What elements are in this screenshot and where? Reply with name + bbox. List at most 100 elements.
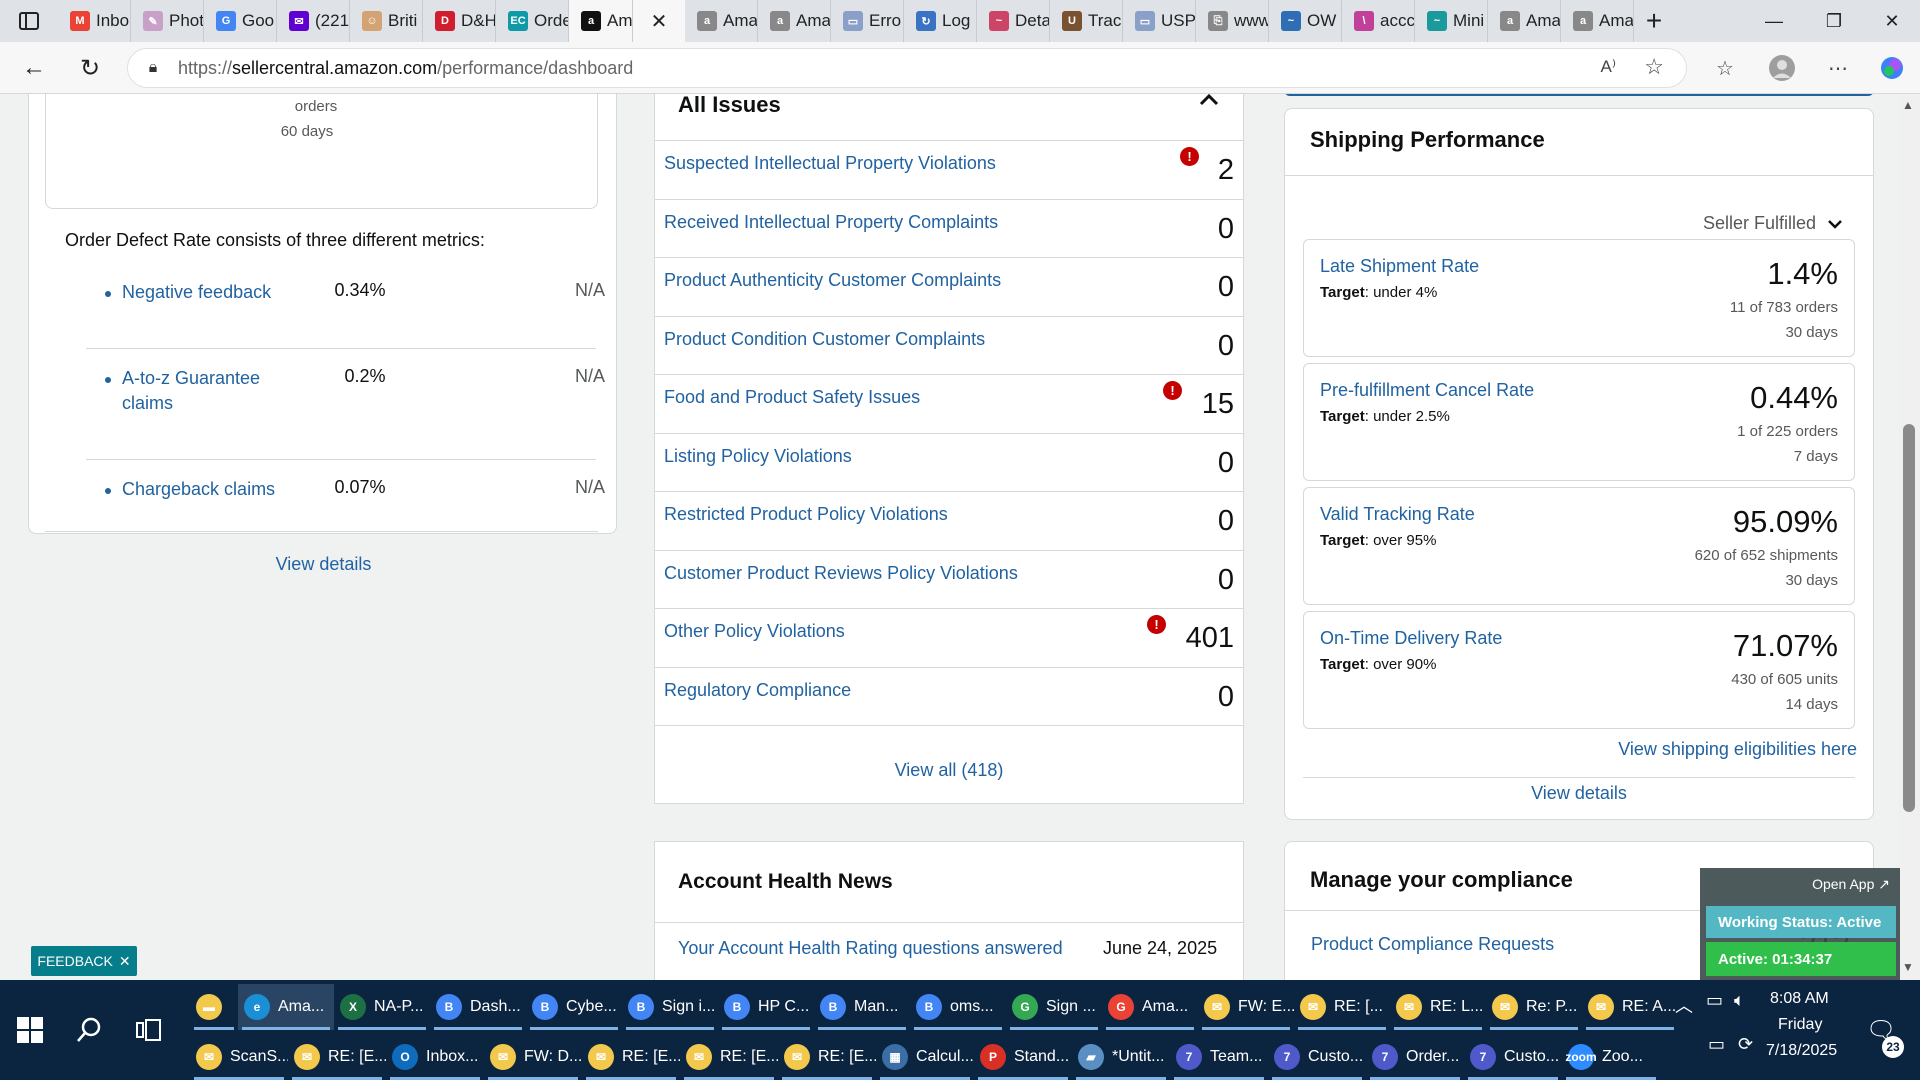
issue-row[interactable]: Other Policy Violations 401!: [655, 608, 1243, 666]
taskbar-app-button[interactable]: ✉ RE: [E...: [680, 1034, 778, 1080]
feedback-close-icon[interactable]: ✕: [119, 953, 131, 970]
browser-tab[interactable]: a Ama: [1488, 0, 1561, 42]
browser-tab[interactable]: \ accc: [1342, 0, 1415, 42]
shipping-eligibilities-link[interactable]: View shipping eligibilities here: [1618, 739, 1857, 760]
windows-start-icon[interactable]: [10, 1000, 50, 1060]
more-menu-icon[interactable]: ⋯: [1822, 52, 1854, 84]
favorite-star-icon[interactable]: ☆: [1644, 54, 1664, 80]
taskbar-app-button[interactable]: G Ama...: [1102, 984, 1198, 1030]
clock-time[interactable]: 8:08 AM: [1770, 990, 1829, 1008]
issue-row[interactable]: Listing Policy Violations 0: [655, 432, 1243, 491]
minimize-icon[interactable]: —: [1744, 0, 1804, 42]
taskbar-app-button[interactable]: 7 Team...: [1170, 1034, 1268, 1080]
taskbar-app-button[interactable]: B Sign i...: [622, 984, 718, 1030]
url-field[interactable]: 🔒︎ https://sellercentral.amazon.com/perf…: [127, 48, 1687, 88]
taskbar-app-button[interactable]: B Cybe...: [526, 984, 622, 1030]
refresh-icon[interactable]: ↻: [72, 50, 108, 86]
scroll-up-icon[interactable]: ▲: [1902, 98, 1914, 112]
browser-tab[interactable]: ▭ Erro: [831, 0, 904, 42]
page-scrollbar[interactable]: ▲ ▼: [1898, 94, 1920, 980]
browser-tab[interactable]: G Goo: [204, 0, 277, 42]
taskbar-app-button[interactable]: P Stand...: [974, 1034, 1072, 1080]
back-icon[interactable]: ←: [16, 50, 52, 86]
read-aloud-icon[interactable]: A⁾: [1600, 57, 1616, 77]
metric-name-link[interactable]: Pre-fulfillment Cancel Rate: [1320, 380, 1534, 401]
issue-row[interactable]: Restricted Product Policy Violations 0: [655, 491, 1243, 549]
browser-tab[interactable]: a Ama: [758, 0, 831, 42]
shipping-view-details-link[interactable]: View details: [1285, 783, 1873, 804]
chargeback-claims-link[interactable]: Chargeback claims: [122, 477, 282, 502]
taskbar-app-button[interactable]: ✉ FW: E...: [1198, 984, 1294, 1030]
issue-label-link[interactable]: Listing Policy Violations: [664, 446, 852, 467]
issue-label-link[interactable]: Restricted Product Policy Violations: [664, 504, 948, 525]
taskbar-app-button[interactable]: ▬: [190, 984, 238, 1030]
search-icon[interactable]: [66, 1000, 112, 1060]
browser-tab[interactable]: ~ OW: [1269, 0, 1342, 42]
display-icon[interactable]: ▭: [1708, 1034, 1725, 1055]
show-hidden-icons[interactable]: ︿: [1675, 992, 1693, 1018]
taskbar-app-button[interactable]: X NA-P...: [334, 984, 430, 1030]
metric-name-link[interactable]: On-Time Delivery Rate: [1320, 628, 1502, 649]
collapse-caret-icon[interactable]: [1197, 94, 1221, 119]
product-compliance-requests-link[interactable]: Product Compliance Requests: [1311, 934, 1554, 955]
issue-row[interactable]: Regulatory Compliance 0: [655, 666, 1243, 725]
taskbar-app-button[interactable]: 7 Order...: [1366, 1034, 1464, 1080]
volume-icon[interactable]: 🔈︎: [1734, 990, 1745, 1011]
scrollbar-thumb[interactable]: [1903, 424, 1915, 812]
a-to-z-claims-link[interactable]: A-to-z Guarantee claims: [122, 366, 282, 416]
feedback-button[interactable]: FEEDBACK ✕: [31, 946, 137, 976]
taskbar-app-button[interactable]: ✉ RE: L...: [1390, 984, 1486, 1030]
issue-row[interactable]: Suspected Intellectual Property Violatio…: [655, 140, 1243, 198]
browser-tab[interactable]: EC Orde: [496, 0, 569, 42]
taskbar-app-button[interactable]: e Ama...: [238, 984, 334, 1030]
issue-row[interactable]: Received Intellectual Property Complaint…: [655, 198, 1243, 257]
taskbar-app-button[interactable]: B Dash...: [430, 984, 526, 1030]
taskbar-app-button[interactable]: ✉ RE: [...: [1294, 984, 1390, 1030]
issue-row[interactable]: Product Authenticity Customer Complaints…: [655, 257, 1243, 315]
favorites-icon[interactable]: ☆: [1709, 52, 1741, 84]
task-view-icon[interactable]: [126, 1000, 172, 1060]
browser-tab[interactable]: D D&H: [423, 0, 496, 42]
taskbar-app-button[interactable]: Boms...: [910, 984, 1006, 1030]
taskbar-app-button[interactable]: B HP C...: [718, 984, 814, 1030]
issue-row[interactable]: Food and Product Safety Issues 15!: [655, 374, 1243, 432]
browser-tab[interactable]: a Ama: [685, 0, 758, 42]
open-app-link[interactable]: Open App ↗: [1812, 876, 1890, 893]
working-status-badge[interactable]: Working Status: Active: [1706, 906, 1896, 938]
profile-avatar-icon[interactable]: [1766, 52, 1798, 84]
taskbar-app-button[interactable]: ▰ *Untit...: [1072, 1034, 1170, 1080]
scroll-down-icon[interactable]: ▼: [1902, 960, 1914, 974]
taskbar-app-button[interactable]: G Sign ...: [1006, 984, 1102, 1030]
issue-label-link[interactable]: Suspected Intellectual Property Violatio…: [664, 153, 996, 174]
view-all-issues-link[interactable]: View all (418): [655, 760, 1243, 781]
browser-tab[interactable]: ⎘ www: [1196, 0, 1269, 42]
taskbar-app-button[interactable]: ✉ FW: D...: [484, 1034, 582, 1080]
taskbar-app-button[interactable]: ✉ RE: [E...: [778, 1034, 876, 1080]
news-article-link[interactable]: Your Account Health Rating questions ans…: [678, 938, 1063, 959]
taskbar-app-button[interactable]: 7 Custo...: [1464, 1034, 1562, 1080]
issue-row[interactable]: Product Condition Customer Complaints 0: [655, 315, 1243, 374]
browser-tab[interactable]: ~ Mini: [1415, 0, 1488, 42]
issue-label-link[interactable]: Regulatory Compliance: [664, 680, 851, 701]
tab-actions-icon[interactable]: [0, 0, 58, 42]
browser-tab[interactable]: M Inbo: [58, 0, 131, 42]
taskbar-app-button[interactable]: ✉ RE: A...: [1582, 984, 1678, 1030]
browser-tab[interactable]: ▭ USP: [1123, 0, 1196, 42]
negative-feedback-link[interactable]: Negative feedback: [122, 280, 282, 305]
copilot-icon[interactable]: [1876, 52, 1908, 84]
issue-label-link[interactable]: Other Policy Violations: [664, 621, 845, 642]
issue-label-link[interactable]: Customer Product Reviews Policy Violatio…: [664, 563, 1018, 584]
battery-icon[interactable]: ▭: [1706, 990, 1723, 1011]
new-tab-button[interactable]: +: [1634, 0, 1674, 42]
browser-tab[interactable]: ✉ (221: [277, 0, 350, 42]
metric-name-link[interactable]: Late Shipment Rate: [1320, 256, 1479, 277]
clock-day[interactable]: Friday: [1778, 1016, 1822, 1034]
metric-name-link[interactable]: Valid Tracking Rate: [1320, 504, 1475, 525]
browser-tab[interactable]: a Ama: [1561, 0, 1634, 42]
fulfillment-filter-dropdown[interactable]: Seller Fulfilled: [1703, 213, 1843, 235]
taskbar-app-button[interactable]: zoom Zoo...: [1562, 1034, 1660, 1080]
tab-close-icon[interactable]: ✕: [633, 0, 685, 42]
taskbar-app-button[interactable]: O Inbox...: [386, 1034, 484, 1080]
taskbar-app-button[interactable]: ▦ Calcul...: [876, 1034, 974, 1080]
taskbar-app-button[interactable]: B Man...: [814, 984, 910, 1030]
